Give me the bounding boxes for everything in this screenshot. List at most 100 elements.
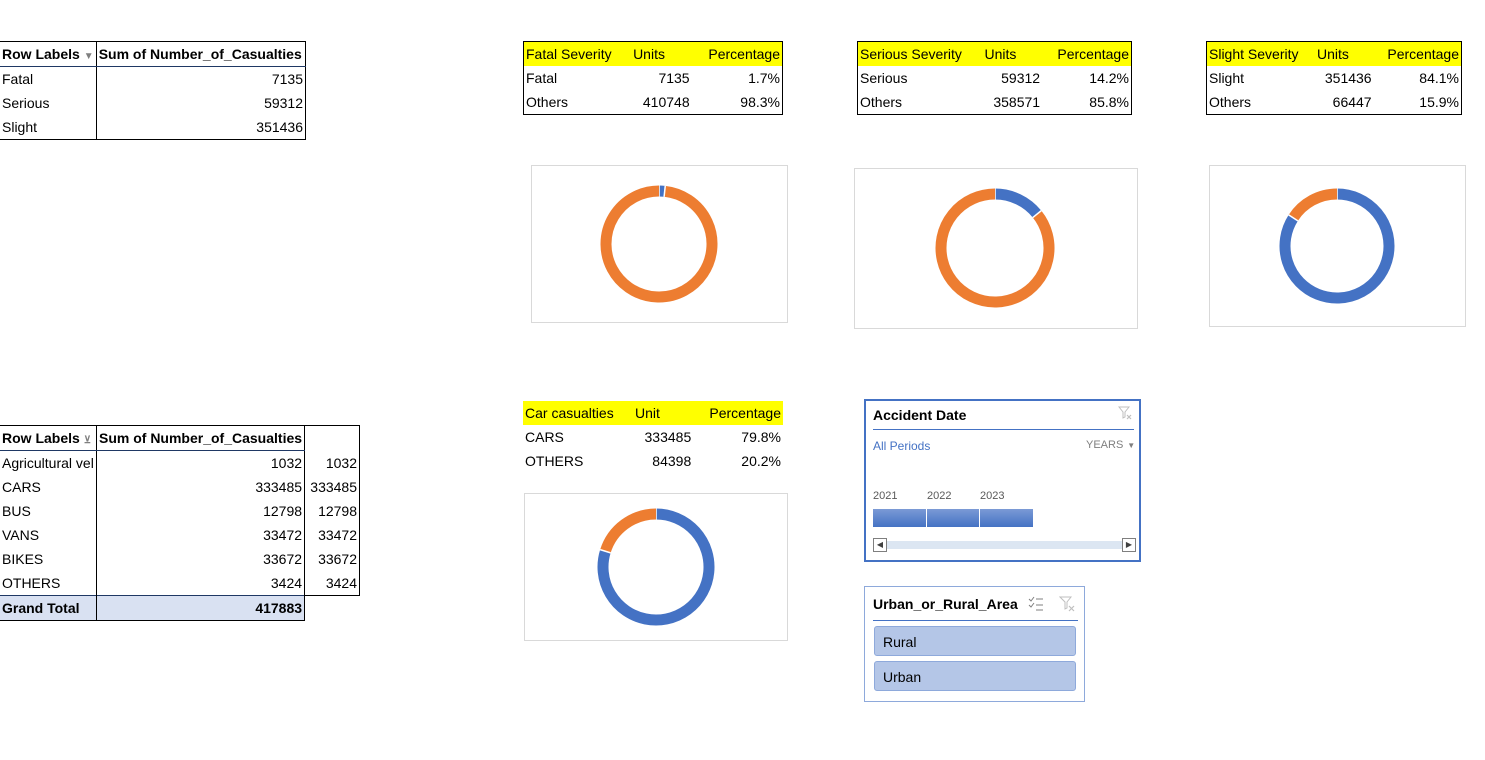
table-row[interactable]: Fatal 7135 (0, 66, 307, 91)
row-label: Fatal (0, 66, 97, 91)
row-label: CARS (525, 429, 564, 445)
table-row[interactable]: Slight 351436 (0, 115, 307, 140)
row-value: 33472 (263, 527, 303, 543)
row-pct: 85.8% (1089, 94, 1129, 110)
time-level-dropdown[interactable]: YEARS ▼ (1086, 439, 1135, 451)
header-cell: Percentage (693, 401, 783, 425)
row-value: 1032 (270, 455, 303, 471)
row-label: VANS (0, 523, 97, 547)
row-units: 59312 (1001, 70, 1041, 86)
grand-total-row[interactable]: Grand Total 417883 (0, 595, 360, 621)
donut-slice-serious[interactable] (994, 188, 1042, 218)
row-label: Agricultural vel (0, 450, 97, 475)
timeline-divider (873, 429, 1134, 430)
fatal-donut-svg (600, 185, 718, 303)
row-extra: 3424 (304, 571, 360, 596)
table-row: Others 66447 15.9% (1207, 90, 1462, 115)
clear-filter-icon[interactable] (1058, 596, 1075, 612)
empty-cell (304, 425, 360, 451)
slicer-item-rural[interactable]: Rural (874, 626, 1076, 656)
sum-header: Sum of Number_of_Casualties (96, 41, 307, 67)
row-value: 3424 (270, 575, 303, 591)
row-label: Fatal (526, 70, 558, 86)
empty-cell (304, 595, 360, 621)
filter-icon[interactable]: ⊻ (84, 435, 91, 446)
timeline-bar-2023[interactable] (980, 509, 1033, 527)
row-label: OTHERS (525, 453, 584, 469)
row-units: 7135 (658, 70, 690, 86)
accident-date-timeline[interactable]: Accident Date All Periods YEARS ▼ 2021 20… (864, 399, 1141, 562)
all-periods-label: All Periods (873, 439, 931, 453)
scroll-left-icon[interactable]: ◀ (873, 538, 887, 552)
year-label: 2021 (873, 490, 898, 502)
slicer-item-urban[interactable]: Urban (874, 661, 1076, 691)
table-row[interactable]: BUS 12798 12798 (0, 499, 360, 523)
row-pct: 15.9% (1419, 94, 1459, 110)
table-row: Slight 351436 84.1% (1207, 66, 1462, 90)
table-row: Others 358571 85.8% (858, 90, 1132, 115)
serious-donut-svg (935, 188, 1055, 308)
slight-donut-chart[interactable] (1209, 165, 1466, 327)
row-pct: 20.2% (741, 453, 781, 469)
row-units: 333485 (644, 429, 692, 445)
row-labels-header[interactable]: Row Labels ⊻ (0, 425, 97, 451)
row-pct: 79.8% (741, 429, 781, 445)
table-row[interactable]: Agricultural vel 1032 1032 (0, 450, 360, 475)
serious-severity-table: Serious Severity Units Percentage Seriou… (857, 41, 1132, 115)
header-cell: Units (631, 41, 692, 66)
donut-slice-others[interactable] (600, 185, 718, 303)
scroll-right-icon[interactable]: ▶ (1122, 538, 1136, 552)
urban-rural-slicer[interactable]: Urban_or_Rural_Area Rural Urban (864, 586, 1085, 702)
fatal-severity-table: Fatal Severity Units Percentage Fatal 71… (523, 41, 783, 115)
sum-header: Sum of Number_of_Casualties (96, 425, 306, 451)
header-cell: Fatal Severity (523, 41, 632, 66)
table-row[interactable]: Serious 59312 (0, 91, 307, 115)
serious-donut-chart[interactable] (854, 168, 1138, 329)
row-extra: 33672 (304, 547, 360, 571)
header-cell: Units (982, 41, 1043, 66)
row-units: 84398 (652, 453, 692, 469)
row-labels-header[interactable]: Row Labels ▼ (0, 41, 97, 67)
multi-select-icon[interactable] (1028, 596, 1044, 612)
slight-severity-table: Slight Severity Units Percentage Slight … (1206, 41, 1462, 115)
car-donut-chart[interactable] (524, 493, 788, 641)
timeline-title: Accident Date (873, 407, 967, 423)
row-value: 333485 (255, 479, 303, 495)
grand-total-value: 417883 (96, 595, 305, 621)
row-pct: 84.1% (1419, 70, 1459, 86)
row-extra: 12798 (304, 499, 360, 523)
table-row[interactable]: VANS 33472 33472 (0, 523, 360, 547)
dropdown-arrow-icon[interactable]: ▼ (84, 51, 94, 62)
timeline-scrollbar[interactable] (887, 541, 1123, 549)
pivot-table-vehicles: Row Labels ⊻ Sum of Number_of_Casualties … (0, 425, 360, 621)
row-label: Serious (0, 91, 97, 115)
header-cell: Serious Severity (857, 41, 983, 66)
timeline-bar-2022[interactable] (927, 509, 980, 527)
donut-slice-others[interactable] (600, 508, 657, 554)
header-cell: Car casualties (523, 401, 634, 425)
car-casualties-table: Car casualties Unit Percentage CARS 3334… (523, 401, 783, 473)
fatal-donut-chart[interactable] (531, 165, 788, 323)
row-units: 351436 (1324, 70, 1372, 86)
table-row[interactable]: OTHERS 3424 3424 (0, 571, 360, 596)
slicer-divider (873, 620, 1078, 621)
table-row[interactable]: BIKES 33672 33672 (0, 547, 360, 571)
row-value: 59312 (96, 91, 307, 115)
table-row[interactable]: CARS 333485 333485 (0, 475, 360, 499)
clear-filter-icon[interactable] (1117, 406, 1132, 420)
donut-slice-others[interactable] (1288, 188, 1338, 222)
slicer-title: Urban_or_Rural_Area (873, 596, 1018, 612)
row-label: Others (860, 94, 903, 110)
row-label: Slight (1209, 70, 1245, 86)
car-donut-svg (597, 508, 715, 626)
row-label: OTHERS (0, 571, 97, 596)
row-pct: 14.2% (1089, 70, 1129, 86)
row-units: 410748 (642, 94, 690, 110)
table-row: Fatal 7135 1.7% (524, 66, 783, 90)
timeline-bar-2021[interactable] (873, 509, 927, 527)
row-extra: 333485 (304, 475, 360, 499)
table-row: Others 410748 98.3% (524, 90, 783, 115)
row-label: CARS (0, 475, 97, 499)
row-units: 66447 (1332, 94, 1372, 110)
table-row: CARS 333485 79.8% (523, 425, 783, 449)
